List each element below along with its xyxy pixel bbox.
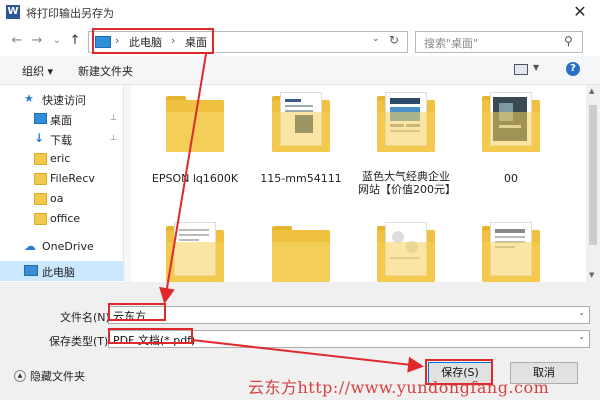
folder-icon xyxy=(482,222,540,282)
word-app-icon: W xyxy=(6,5,20,19)
file-label: 00 xyxy=(504,172,518,185)
sidebar-item-onedrive[interactable]: ☁ OneDrive xyxy=(0,237,123,257)
sidebar-item-label: office xyxy=(50,212,81,225)
chevron-down-icon[interactable]: ⌄ xyxy=(578,332,585,341)
scroll-up-icon[interactable]: ▲ xyxy=(589,87,594,95)
chevron-down-icon[interactable]: ⌄ xyxy=(372,34,380,44)
search-placeholder: 搜索"桌面" xyxy=(424,37,479,50)
up-arrow-icon[interactable]: ↑ xyxy=(66,31,84,51)
folder-icon xyxy=(166,222,224,282)
close-icon[interactable]: ✕ xyxy=(566,1,594,23)
navigation-pane: ★ 快速访问 桌面 ⊥ ↓ 下载 ⊥ eric FileRecv oa offi… xyxy=(0,85,124,282)
file-tile[interactable] xyxy=(147,222,243,282)
file-tile[interactable]: 00 xyxy=(463,92,559,192)
breadcrumb-this-pc[interactable]: 此电脑 xyxy=(129,34,162,50)
folder-icon xyxy=(482,92,540,152)
breadcrumb-separator: › xyxy=(171,34,176,47)
sidebar-item-downloads[interactable]: ↓ 下载 ⊥ xyxy=(0,129,123,149)
file-list-scrollbar[interactable]: ▲ ▼ xyxy=(586,85,600,282)
address-bar[interactable]: › 此电脑 › 桌面 ⌄ ↻ xyxy=(88,31,408,53)
sidebar-item-label: eric xyxy=(50,152,71,165)
folder-icon xyxy=(34,153,47,165)
file-label: 115-mm54111 xyxy=(260,172,342,185)
folder-icon xyxy=(272,222,330,282)
sidebar-item-oa[interactable]: oa xyxy=(0,189,123,209)
sidebar-item-office[interactable]: office xyxy=(0,209,123,229)
pin-icon: ⊥ xyxy=(110,113,117,122)
save-type-value: PDF 文档(*.pdf) xyxy=(113,334,196,347)
filename-field[interactable]: 云东方 ⌄ xyxy=(108,306,590,324)
desktop-icon xyxy=(34,113,47,124)
save-type-select[interactable]: PDF 文档(*.pdf) ⌄ xyxy=(108,330,590,348)
file-tile[interactable] xyxy=(253,222,349,282)
file-tile[interactable] xyxy=(358,222,454,282)
sidebar-item-label: OneDrive xyxy=(42,240,94,253)
sidebar-item-label: 下载 xyxy=(50,134,72,147)
forward-arrow-icon[interactable]: → xyxy=(28,31,46,51)
breadcrumb-desktop[interactable]: 桌面 xyxy=(185,34,207,50)
sidebar-item-eric[interactable]: eric xyxy=(0,149,123,169)
title-bar: W 将打印输出另存为 ✕ xyxy=(0,0,600,26)
navigation-bar: ← → ⌄ ↑ › 此电脑 › 桌面 ⌄ ↻ 搜索"桌面" ⚲ xyxy=(0,26,600,56)
folder-icon xyxy=(166,92,224,152)
sidebar-item-desktop[interactable]: 桌面 ⊥ xyxy=(0,109,123,129)
search-input[interactable]: 搜索"桌面" ⚲ xyxy=(415,31,583,53)
folder-icon xyxy=(272,92,330,152)
help-icon[interactable]: ? xyxy=(566,62,580,76)
chevron-down-icon[interactable]: ⌄ xyxy=(578,308,585,317)
new-folder-button[interactable]: 新建文件夹 xyxy=(78,63,133,79)
file-tile[interactable]: EPSON lq1600K xyxy=(147,92,243,192)
search-icon: ⚲ xyxy=(564,34,573,48)
filename-label: 文件名(N): xyxy=(60,311,114,324)
sidebar-item-label: 快速访问 xyxy=(42,94,86,107)
refresh-icon[interactable]: ↻ xyxy=(389,33,399,47)
sidebar-item-label: oa xyxy=(50,192,64,205)
file-label: EPSON lq1600K xyxy=(151,172,239,185)
pc-icon xyxy=(95,36,111,48)
scroll-down-icon[interactable]: ▼ xyxy=(589,271,594,279)
chevron-down-icon[interactable]: ▼ xyxy=(533,63,539,72)
sidebar-item-quick-access[interactable]: ★ 快速访问 xyxy=(0,89,123,109)
folder-icon xyxy=(377,92,435,152)
save-type-label: 保存类型(T): xyxy=(49,335,113,348)
organize-menu[interactable]: 组织 ▾ xyxy=(22,63,53,79)
folder-icon xyxy=(34,213,47,225)
sidebar-scrollbar[interactable] xyxy=(124,85,131,282)
folder-icon xyxy=(377,222,435,282)
file-label: 蓝色大气经典企业网站【价值200元】 xyxy=(358,170,456,196)
command-toolbar: 组织 ▾ 新建文件夹 ▼ ? xyxy=(0,56,600,85)
onedrive-icon: ☁ xyxy=(24,239,36,253)
recent-locations-icon[interactable]: ⌄ xyxy=(48,31,66,51)
file-tile[interactable]: 蓝色大气经典企业网站【价值200元】 xyxy=(358,92,456,212)
breadcrumb-separator: › xyxy=(115,34,120,47)
file-tile[interactable]: 115-mm54111 xyxy=(253,92,349,192)
sidebar-item-label: 此电脑 xyxy=(42,266,75,279)
folder-icon xyxy=(34,173,47,185)
sidebar-item-filerecv[interactable]: FileRecv xyxy=(0,169,123,189)
view-options-icon[interactable] xyxy=(514,64,528,75)
file-tile[interactable] xyxy=(463,222,559,282)
pin-icon: ⊥ xyxy=(110,133,117,142)
hide-folders-label: 隐藏文件夹 xyxy=(30,370,85,383)
pc-icon xyxy=(24,265,38,276)
sidebar-item-label: 桌面 xyxy=(50,114,72,127)
filename-value: 云东方 xyxy=(113,310,146,323)
star-icon: ★ xyxy=(24,92,34,105)
download-icon: ↓ xyxy=(34,131,45,145)
back-arrow-icon[interactable]: ← xyxy=(8,31,26,51)
watermark: 云东方http://www.yundongfang.com xyxy=(248,378,550,397)
window-title: 将打印输出另存为 xyxy=(26,7,114,20)
folder-icon xyxy=(34,193,47,205)
sidebar-item-this-pc[interactable]: 此电脑 xyxy=(0,261,123,281)
scrollbar-thumb[interactable] xyxy=(589,105,597,245)
chevron-up-icon: ▲ xyxy=(14,370,26,382)
sidebar-item-label: FileRecv xyxy=(50,172,95,185)
